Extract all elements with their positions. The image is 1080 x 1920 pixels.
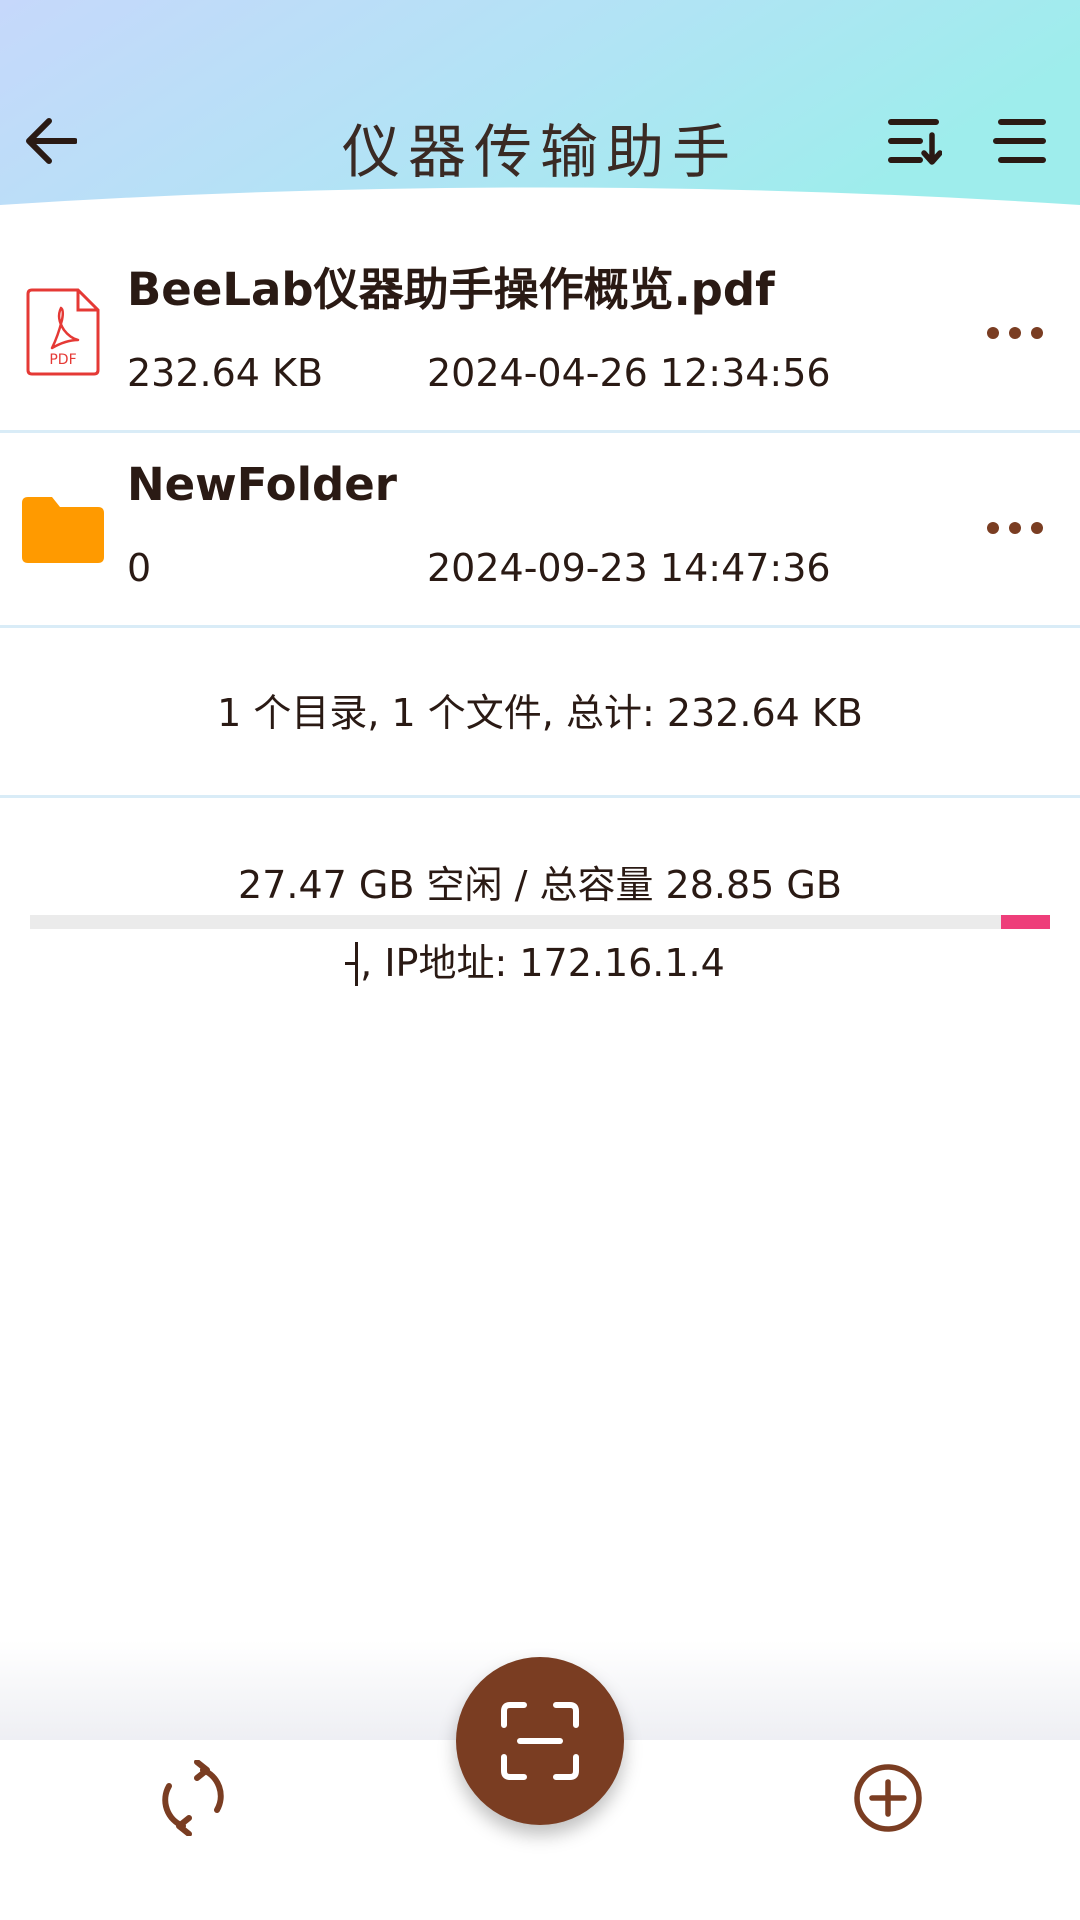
add-button[interactable] [850,1760,925,1835]
screen: 仪器传输助手 PDF BeeLab仪器助手操作概览.pdf 232.64 KB … [0,0,1080,1920]
refresh-button[interactable] [155,1759,230,1836]
more-options-button[interactable] [980,308,1050,358]
sort-icon [888,119,942,165]
more-horizontal-icon [987,522,1043,534]
file-size: 0 [127,546,152,590]
storage-used-fill [1001,915,1050,929]
list-item[interactable]: PDF BeeLab仪器助手操作概览.pdf 232.64 KB 2024-04… [0,238,1080,433]
ip-address-line: , IP地址: 172.16.1.4 [0,938,1080,988]
storage-usage-bar [30,915,1050,929]
directory-summary: 1 个目录, 1 个文件, 总计: 232.64 KB [0,628,1080,798]
add-circle-icon [853,1763,922,1832]
file-date: 2024-09-23 14:47:36 [427,546,831,590]
text-cursor [345,941,359,986]
svg-text:PDF: PDF [49,352,76,368]
page-title: 仪器传输助手 [341,118,738,186]
sort-button[interactable] [885,112,945,172]
more-horizontal-icon [987,327,1043,339]
folder-icon [18,481,110,573]
storage-text: 27.47 GB 空闲 / 总容量 28.85 GB [238,863,842,907]
menu-icon [993,119,1046,163]
app-header: 仪器传输助手 [0,0,1080,205]
file-name: NewFolder [127,458,397,511]
menu-button[interactable] [990,112,1050,172]
file-name: BeeLab仪器助手操作概览.pdf [127,263,775,316]
refresh-icon [161,1759,224,1836]
back-button[interactable] [20,110,82,172]
summary-text: 1 个目录, 1 个文件, 总计: 232.64 KB [217,691,863,735]
ip-address-text: , IP地址: 172.16.1.4 [360,941,725,985]
scan-icon [501,1702,579,1780]
list-item[interactable]: NewFolder 0 2024-09-23 14:47:36 [0,433,1080,628]
scan-button[interactable] [456,1657,624,1825]
pdf-file-icon: PDF [18,286,110,378]
file-size: 232.64 KB [127,351,324,395]
file-date: 2024-04-26 12:34:56 [427,351,831,395]
more-options-button[interactable] [980,503,1050,553]
arrow-back-icon [26,118,77,164]
